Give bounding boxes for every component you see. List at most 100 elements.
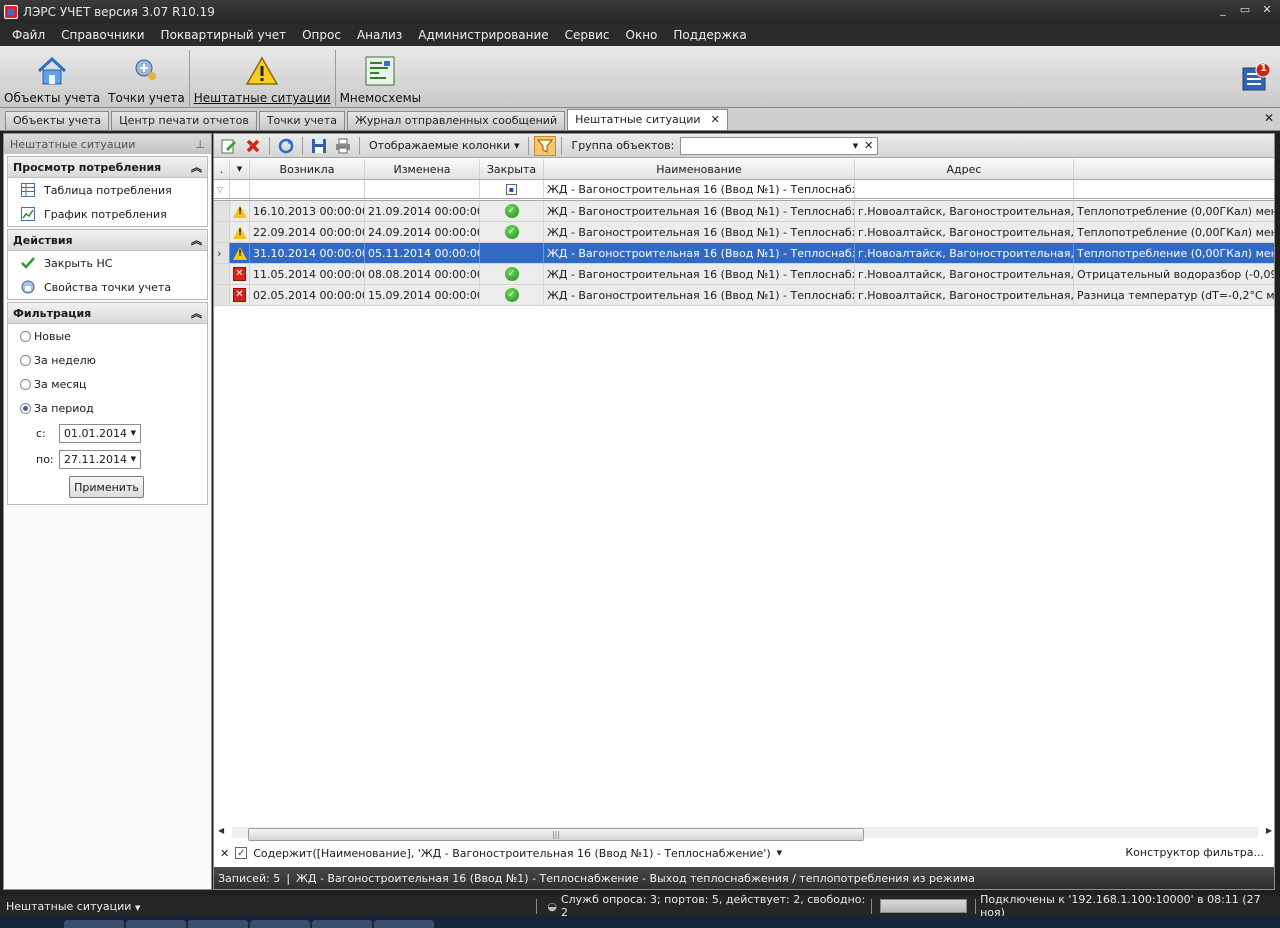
dropdown-arrow-icon[interactable]: ▼ [853, 142, 858, 150]
object-group-field[interactable]: ▼ ✕ [680, 136, 879, 155]
point-properties-link[interactable]: Свойства точки учета [8, 275, 207, 299]
scroll-left-icon[interactable]: ◀ [218, 826, 224, 835]
edit-button[interactable] [218, 136, 240, 156]
filter-toggle-button[interactable] [534, 135, 557, 156]
scroll-track[interactable]: ||| [232, 827, 1258, 841]
close-incident-link[interactable]: Закрыть НС [8, 251, 207, 275]
table-row[interactable]: ✕ 02.05.2014 00:00:00 15.09.2014 00:00:00 ✓… [214, 285, 1274, 306]
print-button[interactable] [332, 136, 354, 156]
minimize-button[interactable]: _ [1216, 3, 1230, 16]
scroll-thumb[interactable]: ||| [248, 828, 864, 841]
date-to-field[interactable]: 27.11.2014 ▼ [59, 449, 141, 469]
radio-new[interactable]: Новые [8, 324, 207, 348]
taskbar-button[interactable] [250, 920, 310, 928]
radio-month-button[interactable] [20, 378, 31, 390]
menu-directories[interactable]: Справочники [53, 28, 152, 42]
section-filter-title[interactable]: Фильтрация ︽ [8, 303, 207, 324]
close-tab-icon[interactable]: ✕ [711, 111, 720, 129]
refresh-button[interactable] [275, 136, 297, 156]
columns-dropdown[interactable]: Отображаемые колонки ▼ [365, 139, 523, 152]
header-changed[interactable]: Изменена [365, 159, 480, 179]
row-indicator[interactable] [214, 222, 230, 242]
radio-week-button[interactable] [20, 354, 31, 366]
table-row[interactable]: ✕ 11.05.2014 00:00:00 08.08.2014 00:00:00 ✓… [214, 264, 1274, 285]
pin-icon[interactable]: ⊥ [195, 138, 205, 151]
date-from-field[interactable]: 01.01.2014 ▼ [59, 423, 141, 443]
row-indicator[interactable]: › [214, 243, 230, 263]
taskbar-button[interactable] [374, 920, 434, 928]
collapse-icon[interactable]: ︽ [191, 159, 202, 175]
filter-closed-checkbox[interactable]: ▪ [506, 183, 517, 195]
filter-description-cell[interactable] [1074, 180, 1274, 198]
clear-icon[interactable]: ✕ [864, 139, 873, 152]
tab-objects[interactable]: Объекты учета [5, 111, 110, 130]
horizontal-scrollbar[interactable]: ◀ ||| ▶ [218, 825, 1272, 841]
header-name[interactable]: Наименование [544, 159, 855, 179]
table-row[interactable]: › 31.10.2014 00:00:0005.11.2014 00:00:00 Ж… [214, 243, 1274, 264]
radio-month[interactable]: За месяц [8, 372, 207, 396]
section-actions-title[interactable]: Действия ︽ [8, 230, 207, 251]
scroll-right-icon[interactable]: ▶ [1266, 826, 1272, 835]
close-window-button[interactable]: ✕ [1260, 3, 1274, 16]
filter-changed-cell[interactable] [365, 180, 480, 198]
row-indicator[interactable] [214, 264, 230, 284]
filter-constructor-link[interactable]: Конструктор фильтра... [1125, 846, 1264, 859]
incidents-ribbon-button[interactable]: Нештатные ситуации [190, 46, 335, 108]
menu-poll[interactable]: Опрос [294, 28, 349, 42]
table-row[interactable]: 22.09.2014 00:00:0024.09.2014 00:00:00 ✓ Ж… [214, 222, 1274, 243]
header-closed[interactable]: Закрыта [480, 159, 544, 179]
dropdown-arrow-icon[interactable]: ▼ [131, 429, 136, 437]
taskbar-button[interactable] [126, 920, 186, 928]
consumption-graph-link[interactable]: График потребления [8, 202, 207, 226]
close-all-tabs-icon[interactable]: ✕ [1264, 111, 1274, 125]
filter-name-cell[interactable]: ЖД - Вагоностроительная 16 (Ввод №1) - Т… [544, 180, 855, 198]
radio-week[interactable]: За неделю [8, 348, 207, 372]
filter-expression[interactable]: Содержит([Наименование], 'ЖД - Вагоностр… [253, 847, 770, 860]
header-address[interactable]: Адрес [855, 159, 1074, 179]
restore-button[interactable]: ▭ [1238, 3, 1252, 16]
filter-history-dropdown-icon[interactable]: ▼ [777, 849, 782, 857]
table-row[interactable]: 16.10.2013 00:00:0021.09.2014 00:00:00 ✓ Ж… [214, 201, 1274, 222]
taskbar-button[interactable] [312, 920, 372, 928]
header-status-sort-icon[interactable]: ▼ [230, 159, 250, 179]
menu-analysis[interactable]: Анализ [349, 28, 410, 42]
taskbar-button[interactable] [188, 920, 248, 928]
menu-apartment-accounting[interactable]: Поквартирный учет [153, 28, 295, 42]
notifications-button[interactable]: 1 [1242, 62, 1271, 92]
collapse-icon[interactable]: ︽ [191, 232, 202, 248]
header-description[interactable] [1074, 159, 1274, 179]
taskbar-button[interactable] [64, 920, 124, 928]
tab-points[interactable]: Точки учета [258, 111, 345, 130]
collapse-icon[interactable]: ︽ [191, 305, 202, 321]
clear-filter-icon[interactable]: ✕ [220, 847, 229, 860]
filter-arisen-cell[interactable] [250, 180, 365, 198]
row-indicator[interactable] [214, 285, 230, 305]
points-ribbon-button[interactable]: Точки учета [104, 46, 189, 108]
tab-sent-messages-log[interactable]: Журнал отправленных сообщений [346, 111, 566, 130]
section-view-title[interactable]: Просмотр потребления ︽ [8, 157, 207, 178]
apply-button[interactable]: Применить [69, 476, 144, 498]
filter-address-cell[interactable] [855, 180, 1074, 198]
radio-new-button[interactable] [20, 330, 31, 342]
consumption-table-link[interactable]: Таблица потребления [8, 178, 207, 202]
menu-support[interactable]: Поддержка [665, 28, 754, 42]
row-indicator[interactable] [214, 201, 230, 221]
header-arisen[interactable]: Возникла [250, 159, 365, 179]
mnemo-ribbon-button[interactable]: Мнемосхемы [336, 46, 426, 108]
radio-period-button[interactable] [20, 402, 31, 414]
save-button[interactable] [308, 136, 330, 156]
menu-service[interactable]: Сервис [557, 28, 618, 42]
filter-enabled-checkbox[interactable]: ✓ [235, 847, 248, 859]
tab-report-print-center[interactable]: Центр печати отчетов [111, 111, 257, 130]
filter-status-cell[interactable] [230, 180, 250, 198]
filter-closed-cell[interactable]: ▪ [480, 180, 544, 198]
dropdown-arrow-icon[interactable]: ▼ [131, 455, 136, 463]
menu-window[interactable]: Окно [618, 28, 666, 42]
menu-file[interactable]: Файл [4, 28, 53, 42]
delete-button[interactable] [242, 136, 264, 156]
status-current-view[interactable]: Нештатные ситуации ▼ [0, 900, 532, 913]
radio-period[interactable]: За период [8, 396, 207, 420]
menu-administration[interactable]: Администрирование [410, 28, 556, 42]
objects-ribbon-button[interactable]: Объекты учета [0, 46, 104, 108]
tab-incidents[interactable]: Нештатные ситуации ✕ [567, 109, 728, 130]
